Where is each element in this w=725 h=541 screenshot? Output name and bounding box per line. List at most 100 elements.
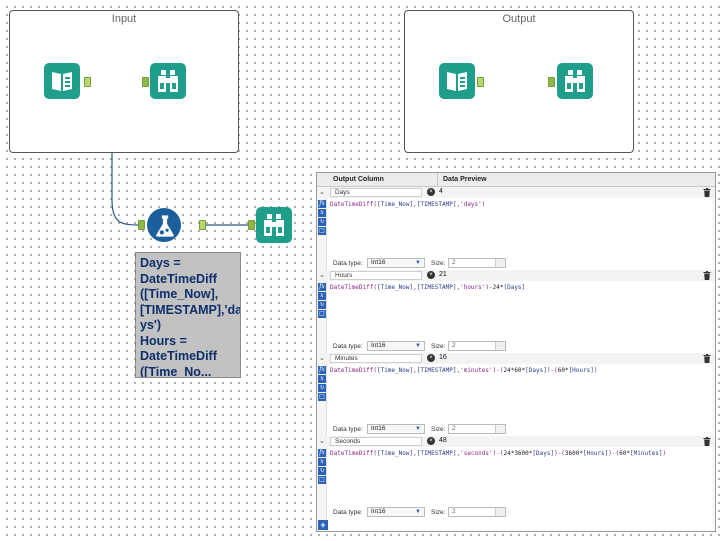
chevron-down-icon[interactable]: ⌄ — [319, 188, 325, 196]
data-type-label: Data type: — [333, 343, 363, 350]
expression-token: 24 — [503, 450, 511, 457]
save-icon[interactable]: □ — [318, 227, 326, 235]
data-type-value: Int16 — [371, 342, 386, 349]
trash-icon[interactable] — [703, 437, 711, 446]
history-icon[interactable]: ↻ — [318, 301, 326, 309]
output-column-input[interactable]: Seconds — [330, 437, 422, 446]
expression-token: [TIMESTAMP] — [416, 450, 457, 457]
save-icon[interactable]: □ — [318, 310, 326, 318]
size-value: 2 — [452, 425, 456, 432]
expression-token: 3600 — [514, 450, 529, 457]
expression-token: [Days] — [532, 450, 555, 457]
output-column-input[interactable]: Days — [330, 188, 422, 197]
variable-icon[interactable]: x — [318, 375, 326, 383]
browse-tool-formula[interactable] — [256, 207, 292, 243]
formula-field-section: ⌄ Seconds × 48 fx x ↻ □ DateTimeDiff([Ti… — [317, 436, 715, 520]
close-icon[interactable]: × — [427, 354, 435, 362]
data-type-select[interactable]: Int16 ▼ — [367, 258, 425, 268]
size-spinner[interactable] — [495, 425, 505, 433]
chevron-down-icon[interactable]: ⌄ — [319, 354, 325, 362]
output-column-input[interactable]: Minutes — [330, 354, 422, 363]
annotation-line: Hours = — [140, 333, 187, 348]
size-spinner[interactable] — [495, 508, 505, 516]
expression-token: 'days' — [460, 201, 482, 208]
field-header-row: ⌄ Days × 4 — [317, 187, 715, 198]
data-type-select[interactable]: Int16 ▼ — [367, 424, 425, 434]
annotation-line: Days = — [140, 256, 181, 270]
trash-icon[interactable] — [703, 354, 711, 363]
data-preview-value: 4 — [439, 188, 443, 195]
browse-tool-input-anchor[interactable] — [142, 77, 149, 87]
output-tool-output-anchor[interactable] — [477, 77, 484, 87]
expression-editor[interactable]: DateTimeDiff([Time_Now],[TIMESTAMP],'min… — [330, 367, 597, 374]
expression-token: [Hours] — [568, 367, 594, 374]
formula-tool[interactable] — [147, 208, 181, 242]
variable-icon[interactable]: x — [318, 292, 326, 300]
browse-tool-formula-anchor[interactable] — [248, 220, 255, 230]
expression-token: )-( — [546, 367, 558, 374]
size-input[interactable]: 2 — [448, 507, 506, 517]
expression-token: DateTimeDiff( — [330, 201, 377, 208]
trash-icon[interactable] — [703, 271, 711, 280]
binoculars-icon — [565, 70, 585, 92]
formula-tool-input-anchor[interactable] — [138, 220, 145, 230]
save-icon[interactable]: □ — [318, 393, 326, 401]
size-spinner[interactable] — [495, 259, 505, 267]
size-input[interactable]: 2 — [448, 424, 506, 434]
history-icon[interactable]: ↻ — [318, 467, 326, 475]
formula-tool-output-anchor[interactable] — [199, 220, 206, 230]
function-icon[interactable]: fx — [318, 200, 326, 208]
size-input[interactable]: 2 — [448, 341, 506, 351]
output-column-input[interactable]: Hours — [330, 271, 422, 280]
expression-editor[interactable]: DateTimeDiff([Time_Now],[TIMESTAMP],'sec… — [330, 450, 666, 457]
expression-token: 'minutes' — [460, 367, 493, 374]
data-type-select[interactable]: Int16 ▼ — [367, 507, 425, 517]
annotation-line: [TIMESTAMP],'da — [140, 302, 241, 317]
close-icon[interactable]: × — [427, 188, 435, 196]
output-data-tool[interactable] — [439, 63, 475, 99]
expression-editor[interactable]: DateTimeDiff([Time_Now],[TIMESTAMP],'day… — [330, 201, 485, 208]
trash-icon[interactable] — [703, 188, 711, 197]
data-type-value: Int16 — [371, 425, 386, 432]
function-icon[interactable]: fx — [318, 366, 326, 374]
size-input[interactable]: 2 — [448, 258, 506, 268]
size-value: 2 — [452, 259, 456, 266]
close-icon[interactable]: × — [427, 271, 435, 279]
variable-icon[interactable]: x — [318, 209, 326, 217]
browse-tool-output-anchor[interactable] — [548, 77, 555, 87]
size-spinner[interactable] — [495, 342, 505, 350]
browse-tool-input[interactable] — [150, 63, 186, 99]
input-data-tool[interactable] — [44, 63, 80, 99]
expression-editor[interactable]: DateTimeDiff([Time_Now],[TIMESTAMP],'hou… — [330, 284, 525, 291]
chevron-down-icon[interactable]: ⌄ — [319, 437, 325, 445]
expression-token: [Days] — [503, 284, 526, 291]
header-output-column: Output Column — [333, 176, 384, 183]
field-header-row: ⌄ Seconds × 48 — [317, 436, 715, 447]
formula-config-panel: Output Column Data Preview ⌄ Days × 4 fx… — [316, 172, 716, 532]
expression-token: )-( — [492, 450, 504, 457]
save-icon[interactable]: □ — [318, 476, 326, 484]
data-type-row: Data type: Int16 ▼ Size: 2 — [331, 341, 711, 352]
history-icon[interactable]: ↻ — [318, 218, 326, 226]
browse-tool-output[interactable] — [557, 63, 593, 99]
expression-tool-icons: fx x ↻ □ — [318, 366, 326, 402]
expression-token: 60 — [557, 367, 565, 374]
data-type-value: Int16 — [371, 259, 386, 266]
add-field-button[interactable]: + — [318, 520, 328, 530]
data-type-value: Int16 — [371, 508, 386, 515]
history-icon[interactable]: ↻ — [318, 384, 326, 392]
data-preview-value: 21 — [439, 271, 447, 278]
variable-icon[interactable]: x — [318, 458, 326, 466]
chevron-down-icon[interactable]: ⌄ — [319, 271, 325, 279]
function-icon[interactable]: fx — [318, 283, 326, 291]
expression-token: 24 — [503, 367, 511, 374]
function-icon[interactable]: fx — [318, 449, 326, 457]
expression-tool-icons: fx x ↻ □ — [318, 200, 326, 236]
close-icon[interactable]: × — [427, 437, 435, 445]
input-container-title: Input — [111, 13, 137, 25]
expression-token: 24 — [492, 284, 500, 291]
expression-token: ) — [662, 450, 667, 457]
data-type-select[interactable]: Int16 ▼ — [367, 341, 425, 351]
input-tool-output-anchor[interactable] — [84, 77, 91, 87]
formula-annotation[interactable]: Days = DateTimeDiff ([Time_Now], [TIMEST… — [135, 252, 241, 378]
